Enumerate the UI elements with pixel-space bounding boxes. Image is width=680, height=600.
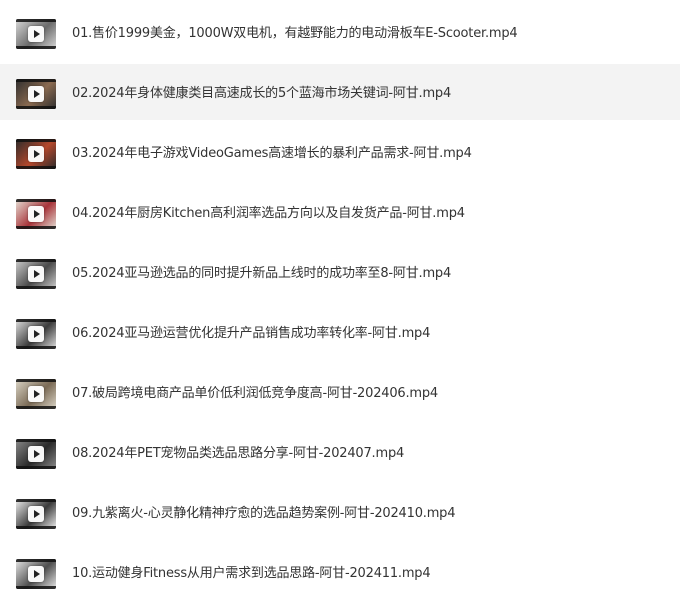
thumbnail-letterbox-top — [16, 319, 56, 322]
file-row[interactable]: 02.2024年身体健康类目高速成长的5个蓝海市场关键词-阿甘.mp4 — [0, 64, 680, 120]
thumbnail-letterbox-bottom — [16, 166, 56, 169]
file-row[interactable]: 03.2024年电子游戏VideoGames高速增长的暴利产品需求-阿甘.mp4 — [0, 124, 680, 180]
file-row[interactable]: 09.九紫离火-心灵静化精神疗愈的选品趋势案例-阿甘-202410.mp4 — [0, 484, 680, 540]
video-thumbnail[interactable] — [16, 319, 56, 349]
file-name[interactable]: 04.2024年厨房Kitchen高利润率选品方向以及自发货产品-阿甘.mp4 — [72, 204, 465, 224]
file-name[interactable]: 07.破局跨境电商产品单价低利润低竞争度高-阿甘-202406.mp4 — [72, 384, 438, 404]
thumbnail-letterbox-top — [16, 439, 56, 442]
file-row[interactable]: 06.2024亚马逊运营优化提升产品销售成功率转化率-阿甘.mp4 — [0, 304, 680, 360]
play-icon — [28, 86, 44, 102]
video-thumbnail[interactable] — [16, 199, 56, 229]
thumbnail-letterbox-bottom — [16, 586, 56, 589]
thumbnail-letterbox-bottom — [16, 46, 56, 49]
thumbnail-letterbox-bottom — [16, 106, 56, 109]
file-row[interactable]: 10.运动健身Fitness从用户需求到选品思路-阿甘-202411.mp4 — [0, 544, 680, 600]
thumbnail-letterbox-bottom — [16, 286, 56, 289]
video-thumbnail[interactable] — [16, 139, 56, 169]
thumbnail-letterbox-top — [16, 559, 56, 562]
video-thumbnail[interactable] — [16, 79, 56, 109]
file-name[interactable]: 02.2024年身体健康类目高速成长的5个蓝海市场关键词-阿甘.mp4 — [72, 84, 451, 104]
thumbnail-letterbox-bottom — [16, 346, 56, 349]
file-list: 01.售价1999美金，1000W双电机，有越野能力的电动滑板车E-Scoote… — [0, 0, 680, 589]
file-name[interactable]: 01.售价1999美金，1000W双电机，有越野能力的电动滑板车E-Scoote… — [72, 24, 518, 44]
file-name[interactable]: 05.2024亚马逊选品的同时提升新品上线时的成功率至8-阿甘.mp4 — [72, 264, 451, 284]
video-thumbnail[interactable] — [16, 499, 56, 529]
file-row[interactable]: 01.售价1999美金，1000W双电机，有越野能力的电动滑板车E-Scoote… — [0, 4, 680, 60]
play-icon — [28, 386, 44, 402]
play-icon — [28, 146, 44, 162]
play-icon — [28, 326, 44, 342]
thumbnail-letterbox-top — [16, 19, 56, 22]
video-thumbnail[interactable] — [16, 259, 56, 289]
video-thumbnail[interactable] — [16, 379, 56, 409]
thumbnail-letterbox-bottom — [16, 526, 56, 529]
play-icon — [28, 26, 44, 42]
thumbnail-letterbox-top — [16, 79, 56, 82]
file-row[interactable]: 04.2024年厨房Kitchen高利润率选品方向以及自发货产品-阿甘.mp4 — [0, 184, 680, 240]
thumbnail-letterbox-bottom — [16, 226, 56, 229]
file-name[interactable]: 10.运动健身Fitness从用户需求到选品思路-阿甘-202411.mp4 — [72, 564, 431, 584]
thumbnail-letterbox-bottom — [16, 466, 56, 469]
play-icon — [28, 446, 44, 462]
file-row[interactable]: 07.破局跨境电商产品单价低利润低竞争度高-阿甘-202406.mp4 — [0, 364, 680, 420]
file-name[interactable]: 09.九紫离火-心灵静化精神疗愈的选品趋势案例-阿甘-202410.mp4 — [72, 504, 455, 524]
thumbnail-letterbox-top — [16, 259, 56, 262]
thumbnail-letterbox-top — [16, 139, 56, 142]
thumbnail-letterbox-top — [16, 199, 56, 202]
play-icon — [28, 566, 44, 582]
play-icon — [28, 266, 44, 282]
video-thumbnail[interactable] — [16, 559, 56, 589]
play-icon — [28, 506, 44, 522]
thumbnail-letterbox-top — [16, 379, 56, 382]
thumbnail-letterbox-top — [16, 499, 56, 502]
video-thumbnail[interactable] — [16, 439, 56, 469]
thumbnail-letterbox-bottom — [16, 406, 56, 409]
file-row[interactable]: 05.2024亚马逊选品的同时提升新品上线时的成功率至8-阿甘.mp4 — [0, 244, 680, 300]
file-name[interactable]: 03.2024年电子游戏VideoGames高速增长的暴利产品需求-阿甘.mp4 — [72, 144, 472, 164]
file-name[interactable]: 06.2024亚马逊运营优化提升产品销售成功率转化率-阿甘.mp4 — [72, 324, 430, 344]
video-thumbnail[interactable] — [16, 19, 56, 49]
file-name[interactable]: 08.2024年PET宠物品类选品思路分享-阿甘-202407.mp4 — [72, 444, 404, 464]
file-row[interactable]: 08.2024年PET宠物品类选品思路分享-阿甘-202407.mp4 — [0, 424, 680, 480]
play-icon — [28, 206, 44, 222]
